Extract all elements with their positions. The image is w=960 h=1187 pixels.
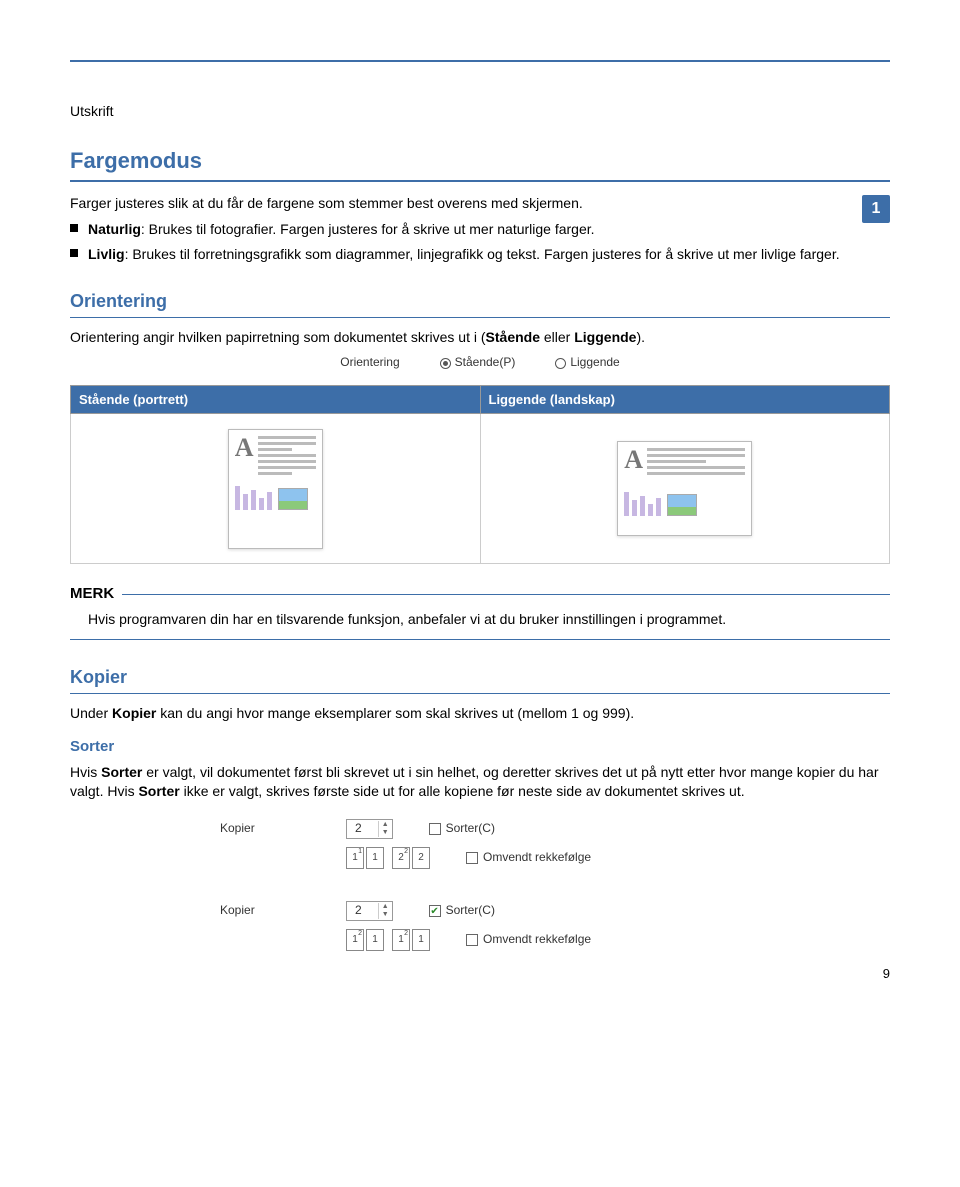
orientering-intro-mid: eller bbox=[540, 329, 574, 345]
kopier-label: Kopier bbox=[220, 902, 330, 918]
reverse-checkbox[interactable]: Omvendt rekkefølge bbox=[466, 931, 591, 947]
heading-orientering: Orientering bbox=[70, 289, 890, 317]
kopier-settings-unsorted: Kopier 2 ▲▼ Sorter(C) 111 222 Omvendt re… bbox=[220, 809, 740, 879]
orientering-intro-end: ). bbox=[636, 329, 645, 345]
thumb-lines bbox=[647, 448, 745, 478]
orientering-intro-a: Orientering angir hvilken papirretning s… bbox=[70, 329, 486, 345]
radio-icon-selected bbox=[440, 358, 451, 369]
thumb-picture-icon bbox=[667, 494, 697, 516]
thumb-letter-a-icon: A bbox=[235, 436, 254, 459]
fargemodus-item-naturlig: Naturlig: Brukes til fotografier. Fargen… bbox=[70, 220, 890, 239]
kopier-intro: Under Kopier kan du angi hvor mange ekse… bbox=[70, 704, 890, 723]
spinner-arrows-icon[interactable]: ▲▼ bbox=[378, 821, 392, 837]
orientering-opt2-label: Liggende bbox=[570, 355, 619, 369]
reverse-checkbox[interactable]: Omvendt rekkefølge bbox=[466, 849, 591, 865]
sorter-chk-label: Sorter(C) bbox=[446, 903, 495, 917]
sorter-e: ikke er valgt, skrives første side ut fo… bbox=[180, 783, 745, 799]
orientering-radio-label: Orientering bbox=[340, 354, 399, 370]
orientering-opt-staende[interactable]: Stående(P) bbox=[440, 354, 516, 370]
orientation-cell-landscape: A bbox=[480, 414, 890, 564]
sorter-a: Hvis bbox=[70, 764, 101, 780]
merk-body: Hvis programvaren din har en tilsvarende… bbox=[70, 604, 890, 640]
heading-kopier: Kopier bbox=[70, 665, 890, 693]
kopier-intro-a: Under bbox=[70, 705, 112, 721]
thumb-letter-a-icon: A bbox=[624, 448, 643, 471]
page-order-unsorted-icon: 111 222 bbox=[346, 847, 430, 869]
thumb-picture-icon bbox=[278, 488, 308, 510]
checkbox-icon bbox=[466, 934, 478, 946]
fargemodus-item2-bold: Livlig bbox=[88, 246, 125, 262]
orientering-intro-b1: Stående bbox=[486, 329, 540, 345]
kopier-spinner[interactable]: 2 ▲▼ bbox=[346, 819, 393, 839]
orientation-cell-portrait: A bbox=[71, 414, 481, 564]
sorter-chk-label: Sorter(C) bbox=[446, 821, 495, 835]
heading-sorter: Sorter bbox=[70, 737, 890, 757]
sorter-d: Sorter bbox=[138, 783, 179, 799]
fargemodus-intro: Farger justeres slik at du får de fargen… bbox=[70, 194, 890, 213]
reverse-chk-label: Omvendt rekkefølge bbox=[483, 850, 591, 864]
heading-fargemodus: Fargemodus bbox=[70, 146, 890, 182]
sorter-body: Hvis Sorter er valgt, vil dokumentet før… bbox=[70, 763, 890, 801]
page-number: 9 bbox=[883, 965, 890, 983]
kopier-settings-sorted: Kopier 2 ▲▼ ✔ Sorter(C) 121 121 Omvendt r… bbox=[220, 891, 740, 961]
thumb-bars-icon bbox=[235, 484, 272, 510]
thumb-bars-icon bbox=[624, 490, 661, 516]
orientering-intro: Orientering angir hvilken papirretning s… bbox=[70, 328, 890, 347]
radio-icon bbox=[555, 358, 566, 369]
checkbox-icon bbox=[429, 823, 441, 835]
fargemodus-item1-bold: Naturlig bbox=[88, 221, 141, 237]
thumb-lines bbox=[258, 436, 316, 478]
orientering-intro-b2: Liggende bbox=[574, 329, 636, 345]
merk-note: MERK Hvis programvaren din har en tilsva… bbox=[70, 584, 890, 640]
orientation-th-landscape: Liggende (landskap) bbox=[480, 385, 890, 414]
kopier-intro-c: kan du angi hvor mange eksemplarer som s… bbox=[156, 705, 634, 721]
merk-title: MERK bbox=[70, 584, 114, 604]
fargemodus-item-livlig: Livlig: Brukes til forretningsgrafikk so… bbox=[70, 245, 890, 264]
checkbox-checked-icon: ✔ bbox=[429, 905, 441, 917]
page-badge: 1 bbox=[862, 195, 890, 223]
thumbnail-landscape: A bbox=[617, 441, 752, 536]
kopier-value: 2 bbox=[347, 902, 378, 918]
merk-rule bbox=[122, 594, 890, 596]
thumbnail-portrait: A bbox=[228, 429, 323, 549]
orientering-opt1-label: Stående(P) bbox=[455, 355, 516, 369]
fargemodus-item1-rest: : Brukes til fotografier. Fargen justere… bbox=[141, 221, 595, 237]
spinner-arrows-icon[interactable]: ▲▼ bbox=[378, 903, 392, 919]
fargemodus-item2-rest: : Brukes til forretningsgrafikk som diag… bbox=[125, 246, 840, 262]
kopier-spinner[interactable]: 2 ▲▼ bbox=[346, 901, 393, 921]
top-rule bbox=[70, 60, 890, 62]
sorter-checkbox-unchecked[interactable]: Sorter(C) bbox=[429, 820, 495, 836]
orientering-radio-control: Orientering Stående(P) Liggende bbox=[70, 354, 890, 370]
page-order-sorted-icon: 121 121 bbox=[346, 929, 430, 951]
kopier-intro-b: Kopier bbox=[112, 705, 156, 721]
checkbox-icon bbox=[466, 852, 478, 864]
orientation-table: Stående (portrett) Liggende (landskap) A… bbox=[70, 385, 890, 565]
sorter-checkbox-checked[interactable]: ✔ Sorter(C) bbox=[429, 902, 495, 918]
orientation-th-portrait: Stående (portrett) bbox=[71, 385, 481, 414]
section-label: Utskrift bbox=[70, 102, 890, 121]
kopier-label: Kopier bbox=[220, 820, 330, 836]
fargemodus-list: Naturlig: Brukes til fotografier. Fargen… bbox=[70, 220, 890, 264]
sorter-b: Sorter bbox=[101, 764, 142, 780]
orientering-opt-liggende[interactable]: Liggende bbox=[555, 354, 619, 370]
kopier-value: 2 bbox=[347, 820, 378, 836]
reverse-chk-label: Omvendt rekkefølge bbox=[483, 932, 591, 946]
